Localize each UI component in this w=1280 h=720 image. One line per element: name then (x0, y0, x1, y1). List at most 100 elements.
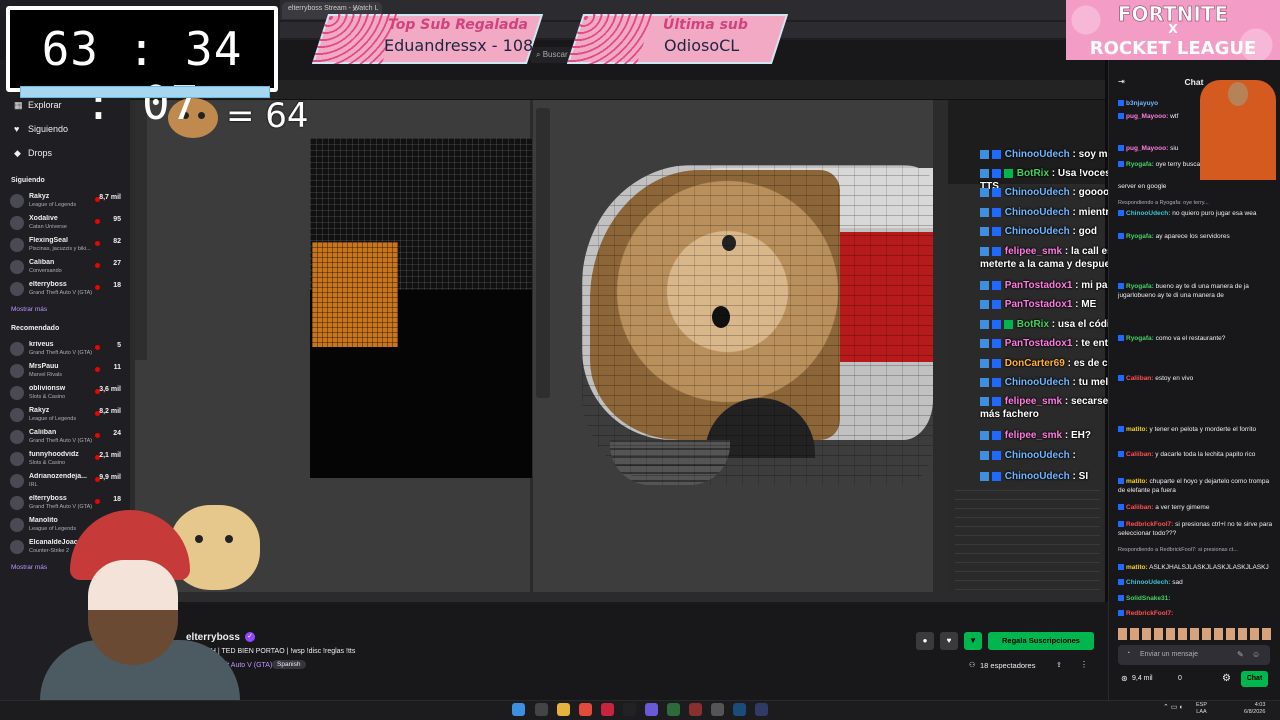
viewer-count: 8,2 mil (99, 408, 121, 415)
taskbar-clock[interactable]: 4:03 6/8/2026 (1244, 702, 1265, 716)
chat-username[interactable]: Ryogafa: (1126, 283, 1154, 290)
channel-game: Slots & Casino (29, 460, 66, 466)
avatar (10, 216, 24, 230)
gift-subs-button[interactable]: Regala Suscripciones (988, 632, 1094, 650)
live-dot-icon (95, 499, 100, 504)
chat-username[interactable]: pug_Mayooo: (1126, 145, 1168, 152)
settings-icon[interactable] (711, 703, 724, 716)
chat-username[interactable]: Caliiban: (1126, 451, 1153, 458)
channel-item[interactable]: FlexingSeal Piscinas, jacuzzis y biki... 8… (10, 236, 125, 256)
avatar (10, 496, 24, 510)
chat-badge-icon (1118, 579, 1124, 586)
avatar (10, 474, 24, 488)
notification-bell-button[interactable]: ● (916, 632, 934, 650)
steam-icon[interactable] (733, 703, 746, 716)
channel-name: Caliban (29, 259, 55, 266)
commands-icon[interactable]: ✎ (1237, 650, 1244, 659)
show-more-link[interactable]: Mostrar más (11, 564, 47, 571)
avatar (10, 238, 24, 252)
media-icon[interactable] (601, 703, 614, 716)
channel-item[interactable]: Adrianozendeja... IRL 9,9 mil (10, 472, 125, 492)
viewer-count: 18 (113, 282, 121, 289)
file-explorer-icon[interactable] (557, 703, 570, 716)
channel-item[interactable]: funnyhoodvidz Slots & Casino 2,1 mil (10, 450, 125, 470)
language-indicator[interactable]: ESP LAA (1196, 702, 1207, 716)
chat-username[interactable]: Ryogafa: (1126, 233, 1154, 240)
overlay-chat-user: ChinooUdech (1004, 149, 1070, 160)
app-icon[interactable] (623, 703, 636, 716)
badge-icon (980, 471, 1002, 481)
share-icon[interactable]: ⇪ (1056, 661, 1062, 669)
follow-heart-button[interactable]: ♥ (940, 632, 958, 650)
separator: : (1072, 280, 1082, 291)
emoji-icon[interactable]: ☺ (1252, 650, 1260, 659)
spotify-icon[interactable] (667, 703, 680, 716)
tab-close-icon[interactable]: × (352, 4, 357, 14)
avatar (10, 430, 24, 444)
chat-message: Caliiban: y dacarle toda la lechita papi… (1118, 450, 1278, 459)
chat-username[interactable]: Caliiban: (1126, 375, 1153, 382)
windows-taskbar (0, 700, 1280, 720)
chat-username[interactable]: matito: (1126, 426, 1148, 433)
overlay-chat-user: BotRix (1016, 319, 1050, 330)
chat-username[interactable]: matito: (1126, 478, 1148, 485)
avatar (10, 408, 24, 422)
chat-username[interactable]: Ryogafa: (1126, 335, 1154, 342)
chat-message: Caliiban: a ver terry gimeme (1118, 503, 1278, 512)
channel-name: funnyhoodvidz (29, 451, 79, 458)
chat-username[interactable]: pug_Mayooo: (1126, 113, 1168, 120)
start-icon[interactable] (512, 703, 525, 716)
channel-item[interactable]: elterryboss Grand Theft Auto V (GTA) 18 (10, 280, 125, 300)
browser-icon[interactable] (579, 703, 592, 716)
search-taskbar-icon[interactable] (535, 703, 548, 716)
live-dot-icon (95, 367, 100, 372)
chat-username[interactable]: SolidSnake31: (1126, 595, 1170, 602)
chat-username[interactable]: b3njayuyo (1126, 100, 1158, 107)
chat-send-button[interactable]: Chat (1241, 671, 1268, 687)
channel-game: Catan Universe (29, 224, 67, 230)
chat-text: ay aparece los servidores (1155, 233, 1230, 240)
channel-game: IRL (29, 482, 38, 488)
channel-item[interactable]: Caliiban Grand Theft Auto V (GTA) 24 (10, 428, 125, 448)
overlay-chat-text: EH? (1070, 430, 1091, 441)
channel-item[interactable]: elterryboss Grand Theft Auto V (GTA) 18 (10, 494, 125, 514)
chat-badge-icon (1118, 335, 1124, 342)
chat-username[interactable]: Ryogafa: (1126, 161, 1154, 168)
viewers-icon: ⚇ (969, 662, 976, 669)
chat-badge-icon (1118, 210, 1124, 217)
channel-item[interactable]: Rakyz League of Legends 8,2 mil (10, 406, 125, 426)
bits-icon[interactable]: ◔ (1126, 650, 1130, 657)
system-tray-icon[interactable]: ⌃ ▭ ◐ (1163, 703, 1184, 711)
chat-username[interactable]: matito: (1126, 564, 1148, 571)
channel-item[interactable]: Xodalive Catan Universe 95 (10, 214, 125, 234)
separator: : (1069, 450, 1076, 461)
chat-settings-icon[interactable]: ⚙ (1222, 673, 1231, 684)
chat-message: matito: y tener en pelota y morderte el … (1118, 425, 1278, 434)
obs-icon[interactable] (689, 703, 702, 716)
sidebar-nav-drops[interactable]: ◆ Drops (14, 148, 52, 159)
viewer-count: 11 (113, 364, 121, 371)
wireframe-overlay (582, 165, 933, 485)
chat-input[interactable]: Enviar un mensaje (1118, 645, 1270, 665)
chat-username[interactable]: Caliiban: (1126, 504, 1153, 511)
gift-icon-button[interactable]: ▼ (964, 632, 982, 650)
more-options-icon[interactable]: ⋮ (1080, 660, 1088, 669)
bluetooth-icon[interactable] (755, 703, 768, 716)
chat-message: server en google (1118, 182, 1278, 191)
chat-username[interactable]: RedbrickFool7: (1126, 521, 1173, 528)
language-tag[interactable]: Spanish (272, 660, 306, 669)
channel-item[interactable]: MrsPauu Marvel Rivals 11 (10, 362, 125, 382)
discord-icon[interactable] (645, 703, 658, 716)
chat-username[interactable]: ChinooUdech: (1126, 579, 1170, 586)
channel-item[interactable]: Caliban Conversando 27 (10, 258, 125, 278)
channel-item[interactable]: Rakyz League of Legends 8,7 mil (10, 192, 125, 212)
chat-badge-icon (1118, 564, 1124, 571)
channel-item[interactable]: kriveus Grand Theft Auto V (GTA) 5 (10, 340, 125, 360)
uv-toolbar (135, 100, 147, 360)
channel-item[interactable]: oblivionsw Slots & Casino 3,6 mil (10, 384, 125, 404)
chat-message: ChinooUdech: no quiero puro jugar esa we… (1118, 209, 1278, 218)
channel-points-icon[interactable]: ⊛ (1121, 674, 1128, 683)
chat-username[interactable]: ChinooUdech: (1126, 210, 1170, 217)
show-more-link[interactable]: Mostrar más (11, 306, 47, 313)
chat-username[interactable]: RedbrickFool7: (1126, 610, 1173, 617)
